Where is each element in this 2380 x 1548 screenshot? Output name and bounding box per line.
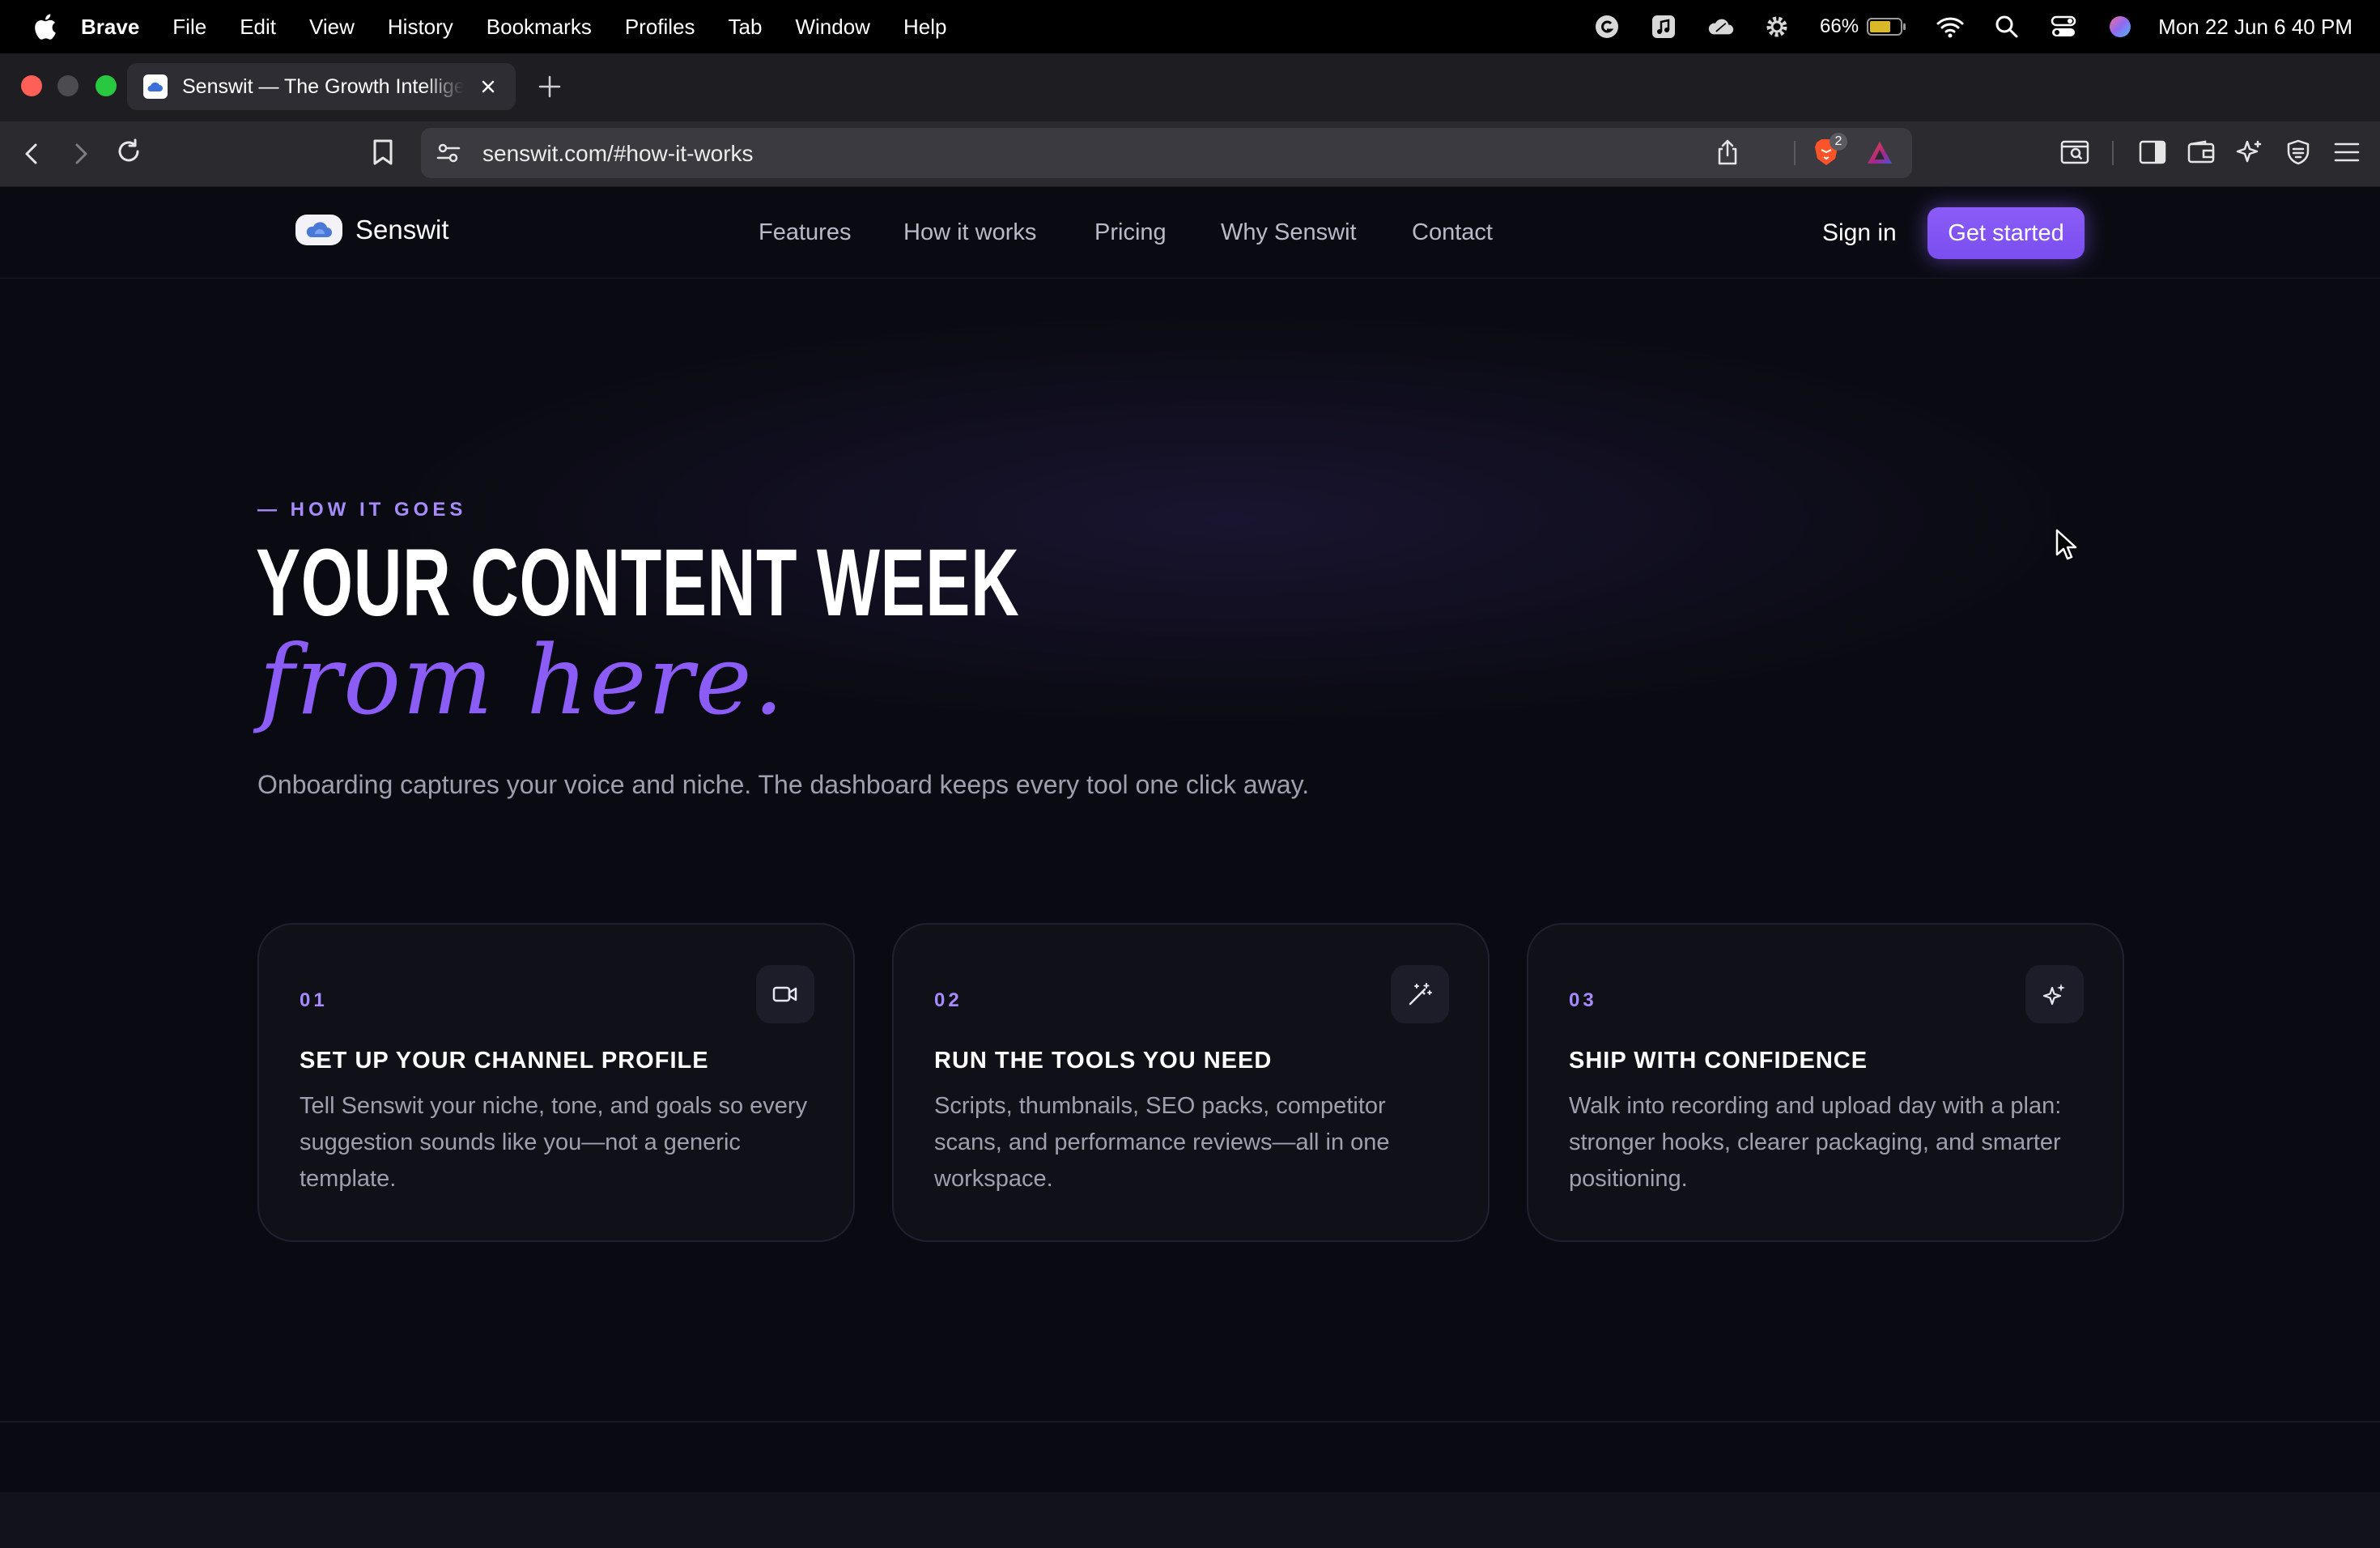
menu-history[interactable]: History <box>388 15 453 40</box>
menu-window[interactable]: Window <box>795 15 869 40</box>
step-description: Scripts, thumbnails, SEO packs, competit… <box>934 1093 1390 1192</box>
cloud-sync-icon[interactable] <box>1706 13 1734 40</box>
new-tab-plus-icon[interactable] <box>538 74 562 99</box>
bookmark-icon[interactable] <box>368 137 398 168</box>
music-app-icon[interactable] <box>1650 13 1677 40</box>
nav-link-why-senswit[interactable]: Why Senswit <box>1221 219 1357 246</box>
section-divider <box>0 1421 2380 1423</box>
browser-tab-active[interactable]: Senswit — The Growth Intelligence <box>127 63 516 110</box>
step-title: SHIP WITH CONFIDENCE <box>1569 1048 1868 1074</box>
brand-cloud-logo-icon <box>295 215 342 245</box>
battery-icon <box>1867 18 1906 36</box>
section-headline-script: from here. <box>259 624 786 736</box>
macos-menu-bar: Brave File Edit View History Bookmarks P… <box>0 0 2380 53</box>
menu-tab[interactable]: Tab <box>729 15 763 40</box>
sign-in-link[interactable]: Sign in <box>1822 219 1897 247</box>
mouse-cursor-icon <box>2055 529 2077 560</box>
apple-logo-icon[interactable] <box>32 13 57 40</box>
brave-rewards-triangle-icon[interactable] <box>1865 138 1894 168</box>
section-eyebrow: — HOW IT GOES <box>257 499 467 521</box>
menu-edit[interactable]: Edit <box>240 15 276 40</box>
reload-icon[interactable] <box>113 136 144 167</box>
get-started-button[interactable]: Get started <box>1927 207 2085 259</box>
tab-close-icon[interactable] <box>477 75 499 98</box>
address-bar[interactable]: senswit.com/#how-it-works 2 <box>421 128 1912 178</box>
battery-status[interactable]: 66% <box>1820 15 1907 38</box>
step-description: Walk into recording and upload day with … <box>1569 1093 2062 1192</box>
spotlight-search-icon[interactable] <box>1993 13 2021 40</box>
step-number: 02 <box>934 989 963 1011</box>
nav-link-how-it-works[interactable]: How it works <box>903 219 1036 246</box>
menu-help[interactable]: Help <box>903 15 946 40</box>
menu-view[interactable]: View <box>309 15 355 40</box>
step-title: SET UP YOUR CHANNEL PROFILE <box>300 1048 709 1074</box>
window-close-button[interactable] <box>21 75 42 96</box>
magic-wand-icon <box>1391 965 1449 1023</box>
menu-app-name[interactable]: Brave <box>81 15 139 40</box>
window-minimize-button[interactable] <box>57 75 79 96</box>
nav-link-pricing[interactable]: Pricing <box>1094 219 1167 246</box>
section-headline: YOUR CONTENT WEEK <box>256 529 1020 636</box>
sparkles-icon <box>2025 965 2084 1023</box>
battery-percent: 66% <box>1820 15 1859 37</box>
site-navbar: Senswit Features How it works Pricing Wh… <box>0 187 2380 279</box>
sidebar-toggle-icon[interactable] <box>2137 137 2168 168</box>
site-favicon-icon <box>143 74 168 99</box>
control-center-icon[interactable] <box>2050 13 2077 40</box>
grammarly-icon[interactable] <box>1593 13 1621 40</box>
window-zoom-button[interactable] <box>96 75 117 96</box>
web-page: Senswit Features How it works Pricing Wh… <box>0 187 2380 1548</box>
step-title: RUN THE TOOLS YOU NEED <box>934 1048 1273 1074</box>
nav-link-features[interactable]: Features <box>759 219 851 246</box>
brand-name: Senswit <box>355 215 449 245</box>
toolbar-divider <box>2112 141 2114 165</box>
next-section-band <box>0 1492 2380 1548</box>
settings-gear-icon[interactable] <box>1763 13 1791 40</box>
address-bar-divider <box>1794 141 1796 165</box>
section-lede: Onboarding captures your voice and niche… <box>257 770 1310 799</box>
shields-count-badge: 2 <box>1830 133 1847 151</box>
menu-bar-status-area: 66% Mon 22 Jun 6 40 PM <box>1564 0 2352 53</box>
wallet-icon[interactable] <box>2186 137 2216 168</box>
video-camera-icon <box>756 965 814 1023</box>
vpn-shield-icon[interactable] <box>2283 137 2314 168</box>
leo-ai-sparkle-icon[interactable] <box>2234 137 2265 168</box>
forward-arrow-icon[interactable] <box>65 138 96 169</box>
back-arrow-icon[interactable] <box>17 138 48 169</box>
share-icon[interactable] <box>1713 138 1742 167</box>
menu-bar-clock[interactable]: Mon 22 Jun 6 40 PM <box>2158 15 2352 40</box>
menu-bookmarks[interactable]: Bookmarks <box>487 15 592 40</box>
tab-title: Senswit — The Growth Intelligence <box>182 74 464 98</box>
menu-profiles[interactable]: Profiles <box>625 15 695 40</box>
siri-icon[interactable] <box>2106 13 2134 40</box>
hamburger-menu-icon[interactable] <box>2331 137 2362 168</box>
step-card-2: 02 RUN THE TOOLS YOU NEED Scripts, thumb… <box>892 923 1490 1242</box>
step-card-1: 01 SET UP YOUR CHANNEL PROFILE Tell Sens… <box>257 923 855 1242</box>
step-description: Tell Senswit your niche, tone, and goals… <box>300 1093 808 1192</box>
site-settings-icon[interactable] <box>434 138 463 168</box>
step-number: 01 <box>300 989 328 1011</box>
step-card-3: 03 SHIP WITH CONFIDENCE Walk into record… <box>1527 923 2124 1242</box>
step-number: 03 <box>1569 989 1597 1011</box>
url-text[interactable]: senswit.com/#how-it-works <box>482 141 754 167</box>
sidebar-reader-icon[interactable] <box>2059 137 2090 168</box>
wifi-icon[interactable] <box>1936 13 1964 40</box>
nav-link-contact[interactable]: Contact <box>1412 219 1493 246</box>
brand-logo-link[interactable]: Senswit <box>295 215 449 245</box>
menu-file[interactable]: File <box>172 15 206 40</box>
